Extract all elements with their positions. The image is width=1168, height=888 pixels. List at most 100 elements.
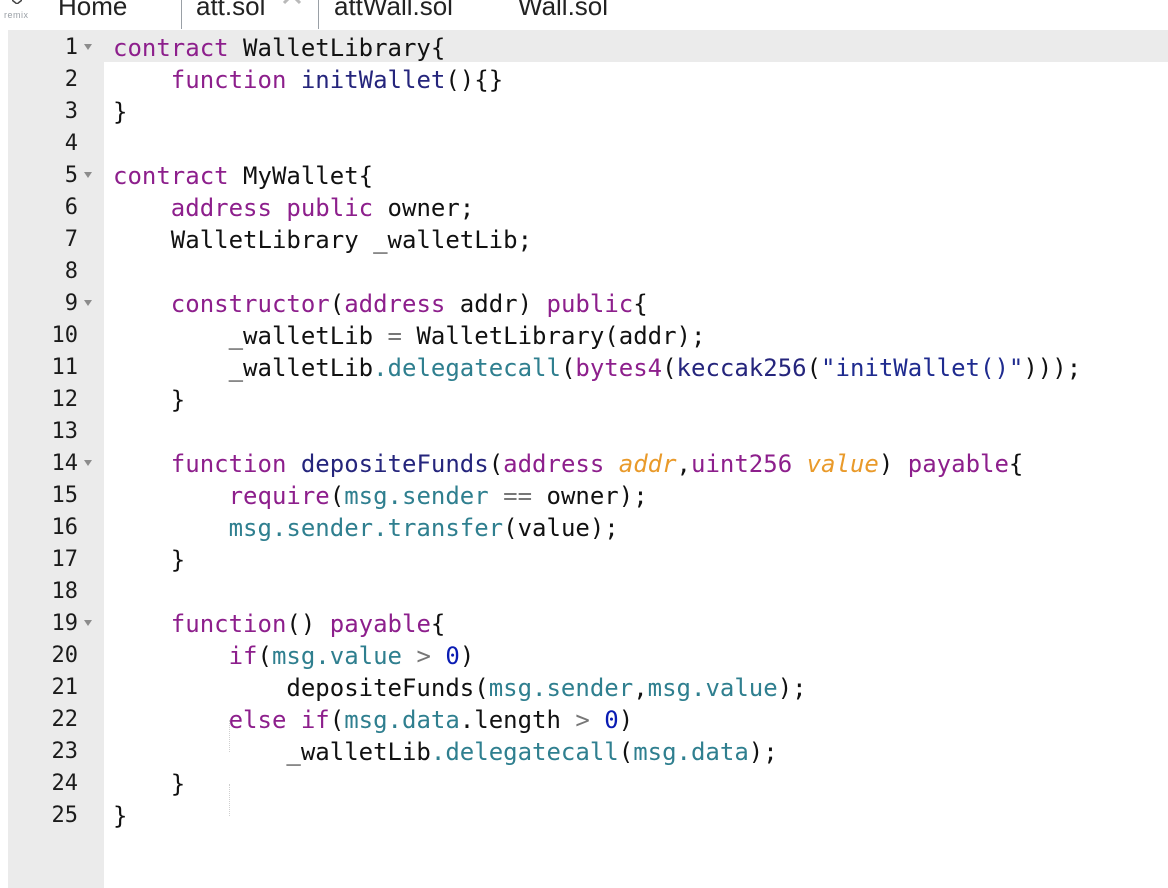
code-line[interactable]: 23 _walletLib.delegatecall(msg.data);	[0, 736, 1168, 768]
code-line[interactable]: 6 address public owner;	[0, 192, 1168, 224]
tab-home[interactable]: Home	[58, 0, 127, 29]
code-line[interactable]: 24 }	[0, 768, 1168, 800]
code-line[interactable]: 19 function() payable{	[0, 608, 1168, 640]
code-line[interactable]: 7 WalletLibrary _walletLib;	[0, 224, 1168, 256]
fold-arrow-icon[interactable]	[84, 620, 92, 626]
code-line[interactable]: 17 }	[0, 544, 1168, 576]
line-number: 22	[51, 707, 79, 732]
code-token: )));	[1023, 354, 1082, 382]
code-line[interactable]: 10 _walletLib = WalletLibrary(addr);	[0, 320, 1168, 352]
tab-label: Home	[58, 0, 128, 21]
code-token: msg.value	[647, 674, 778, 702]
line-number: 2	[64, 67, 78, 92]
line-number: 4	[64, 131, 78, 156]
code-text: }	[113, 800, 127, 832]
code-line[interactable]: 21 depositeFunds(msg.sender,msg.value);	[0, 672, 1168, 704]
code-token: (){}	[445, 66, 504, 94]
code-text: depositeFunds(msg.sender,msg.value);	[113, 672, 806, 704]
brand-label: remix	[4, 10, 29, 20]
line-number: 21	[51, 675, 79, 700]
code-token: (	[329, 482, 345, 510]
code-token: (	[662, 354, 677, 382]
code-text: if(msg.value > 0)	[113, 640, 475, 672]
fold-arrow-icon[interactable]	[84, 460, 92, 466]
code-line[interactable]: 2 function initWallet(){}	[0, 64, 1168, 96]
code-token: public	[286, 194, 374, 222]
line-number: 17	[51, 547, 79, 572]
code-token: 0	[445, 642, 460, 670]
code-line[interactable]: 13	[0, 416, 1168, 448]
code-line[interactable]: 12 }	[0, 384, 1168, 416]
code-text: address public owner;	[113, 192, 474, 224]
code-token: >	[575, 706, 590, 734]
code-token: owner);	[532, 482, 648, 510]
code-line[interactable]: 20 if(msg.value > 0)	[0, 640, 1168, 672]
code-token: (	[488, 450, 504, 478]
code-token: .delegatecall	[373, 354, 561, 382]
code-line[interactable]: 3}	[0, 96, 1168, 128]
code-line[interactable]: 22 else if(msg.data.length > 0)	[0, 704, 1168, 736]
code-line[interactable]: 1 contract WalletLibrary{	[0, 32, 1168, 64]
code-text: require(msg.sender == owner);	[113, 480, 648, 512]
code-line[interactable]: 25}	[0, 800, 1168, 832]
code-token: )	[459, 642, 475, 670]
fold-arrow-icon[interactable]	[84, 300, 92, 306]
line-number: 9	[64, 291, 78, 316]
code-text: }	[113, 544, 185, 576]
line-number: 12	[51, 387, 79, 412]
code-line[interactable]: 4	[0, 128, 1168, 160]
fold-arrow-icon[interactable]	[84, 44, 92, 50]
code-token: _walletLib	[113, 322, 388, 350]
code-line[interactable]: 15 require(msg.sender == owner);	[0, 480, 1168, 512]
code-token: keccak256	[676, 354, 807, 382]
code-token: msg.data	[633, 738, 749, 766]
line-number: 11	[51, 355, 79, 380]
code-token: }	[113, 546, 186, 574]
code-token: (value);	[503, 514, 619, 542]
code-line[interactable]: 9 constructor(address addr) public{	[0, 288, 1168, 320]
fold-arrow-icon[interactable]	[84, 172, 92, 178]
code-text: msg.sender.transfer(value);	[113, 512, 619, 544]
tab-active-file[interactable]: att.sol	[181, 0, 319, 29]
code-line[interactable]: 8	[0, 256, 1168, 288]
code-text: constructor(address addr) public{	[113, 288, 648, 320]
code-line[interactable]: 11 _walletLib.delegatecall(bytes4(keccak…	[0, 352, 1168, 384]
code-editor[interactable]: 1 contract WalletLibrary{2 function initW…	[0, 30, 1168, 888]
code-token: (	[618, 738, 634, 766]
code-token: value	[806, 450, 879, 478]
line-number: 20	[51, 643, 79, 668]
code-token: (	[806, 354, 822, 382]
code-token: {	[430, 610, 446, 638]
code-token: require	[228, 482, 330, 510]
code-token: (	[257, 642, 272, 670]
line-number: 5	[64, 163, 78, 188]
line-number: 19	[51, 611, 79, 636]
tab-file[interactable]: Wall.sol	[518, 0, 608, 29]
code-token: =	[387, 322, 402, 350]
tab-file[interactable]: attWall.sol	[334, 0, 453, 29]
code-line[interactable]: 16 msg.sender.transfer(value);	[0, 512, 1168, 544]
close-icon[interactable]	[280, 0, 304, 11]
code-text: }	[113, 384, 185, 416]
code-token: uint256	[691, 450, 793, 478]
code-token: owner;	[373, 194, 475, 222]
code-text: contract MyWallet{	[113, 160, 373, 192]
code-line[interactable]: 14 function depositeFunds(address addr,u…	[0, 448, 1168, 480]
code-token: contract	[113, 162, 229, 190]
code-line[interactable]: 5 contract MyWallet{	[0, 160, 1168, 192]
code-token: depositeFunds	[300, 450, 489, 478]
tab-label: attWall.sol	[334, 0, 453, 21]
code-token: (	[560, 354, 576, 382]
code-line[interactable]: 18	[0, 576, 1168, 608]
line-number: 7	[64, 227, 78, 252]
code-token: }	[113, 770, 186, 798]
code-token: MyWallet{	[228, 162, 374, 190]
